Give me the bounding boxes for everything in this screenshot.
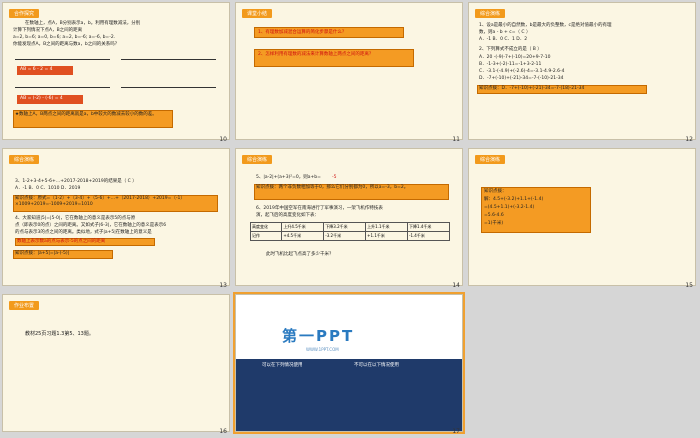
slide-tag: 作业布置 bbox=[9, 301, 40, 310]
slide-number: 15 bbox=[685, 282, 693, 289]
table-cell: 高度变化 bbox=[249, 222, 283, 232]
text-line: A．20 -(-9)-7+(-10)=20+9-7-10 bbox=[479, 55, 551, 60]
text-line: 4、大家知道|5|=|5-0|，它在数轴上的意义是表示5的点与原 bbox=[15, 216, 136, 221]
slide-thumb-15[interactable]: 综合演练 知识点拨： 解：4.5+(-3.2)+1.1+(-1.4) =(4.5… bbox=[466, 146, 699, 292]
summary-item: 1、有理数加减混合运算的简化步骤是什么？ bbox=[258, 30, 347, 35]
slide-thumb-11[interactable]: 课堂小结 1、有理数加减混合运算的简化步骤是什么？ 2、怎样利用有理数的减法来计… bbox=[233, 0, 466, 146]
slide-tag: 综合演练 bbox=[9, 155, 40, 164]
slide-16: 作业布置 教材25页习题1.3第5、13题。 bbox=[2, 294, 230, 432]
number-line bbox=[121, 87, 216, 88]
table-cell: 上升4.5千米 bbox=[281, 222, 325, 232]
usage-heading: 可以在下列情况使用 bbox=[262, 363, 303, 368]
info-area bbox=[236, 359, 462, 431]
table-cell: 下降3.2千米 bbox=[323, 222, 367, 232]
table-cell: -1.4千米 bbox=[407, 231, 450, 241]
slide-tag: 合作探究 bbox=[9, 9, 40, 18]
text-line: 2、下列算式不成立的是（ B ） bbox=[479, 47, 542, 52]
text-line: B．-1-3+(-2)-11=-1+3-2-11 bbox=[479, 62, 542, 67]
table-cell: 记作 bbox=[249, 231, 283, 241]
summary-item: 2、怎样利用有理数的减法来计算数轴上两点之间的距离？ bbox=[258, 52, 374, 57]
table-header-row: 高度变化 上升4.5千米 下降3.2千米 上升1.1千米 下降1.4千米 bbox=[249, 222, 450, 232]
table-cell: +4.5千米 bbox=[281, 231, 325, 241]
table-row: 记作 +4.5千米 -3.2千米 +1.1千米 -1.4千米 bbox=[249, 231, 450, 241]
tip-text: 知识点拨：|a+5|=|a-(-5)| bbox=[15, 251, 70, 256]
number-line bbox=[121, 59, 216, 60]
answer-text: -5 bbox=[332, 175, 337, 180]
text-line: C．-3.1-(-4.9)+(-2.6)-4=-3.1-4.9-2.6-4 bbox=[479, 69, 565, 74]
equation: AB = (-2) - (-6) = 4 bbox=[20, 96, 63, 101]
tip-text: 知识点拨：原式=（1-2）+（3-4）+（5-6）+…+（2017-2018）+… bbox=[15, 196, 185, 208]
table-cell: +1.1千米 bbox=[365, 231, 409, 241]
text-line: 数，则a - b + c=（ C ） bbox=[479, 30, 531, 35]
tip-text: =1(千米) bbox=[484, 221, 504, 226]
tip-text: 知识点拨：D．-7+(-10)+(-21)-34=-7-(18)-21-34 bbox=[479, 86, 585, 91]
slide-thumb-16[interactable]: 作业布置 教材25页习题1.3第5、13题。 16 bbox=[0, 292, 233, 438]
slide-13: 综合演练 3、1-2+3-4+5-6+…+2017-2018+2019的结果是（… bbox=[2, 148, 230, 286]
text-line: 演，起飞后的高度变化如下表： bbox=[256, 213, 319, 218]
slide-number: 16 bbox=[219, 428, 227, 435]
text-line: 的点与表示3的点之间的距离。类似地，式子|a+5|在数轴上的意义是 bbox=[15, 230, 152, 235]
slide-thumb-12[interactable]: 综合演练 1、设a是最小的自然数，b是最大的负整数，c是绝对值最小的有理 数，则… bbox=[466, 0, 699, 146]
slide-number: 11 bbox=[452, 136, 460, 143]
text-line: 5、|a-2|+(a+3)²=0，则a+b= bbox=[256, 175, 321, 180]
tip-text: =5.6-4.6 bbox=[484, 213, 504, 218]
slide-thumb-17[interactable]: 第一PPT WWW.1PPT.COM 可以在下列情况使用 不可以在以下情况使用 … bbox=[233, 292, 466, 438]
slide-12: 综合演练 1、设a是最小的自然数，b是最大的负整数，c是绝对值最小的有理 数，则… bbox=[468, 2, 696, 140]
slide-17: 第一PPT WWW.1PPT.COM 可以在下列情况使用 不可以在以下情况使用 bbox=[233, 292, 465, 434]
tip-text: 知识点拨：两个非负数相加等于0，那么它们分别都为0，所以a=-3，b=2。 bbox=[256, 185, 409, 190]
slide-number: 13 bbox=[219, 282, 227, 289]
text-line: 你能发现点A，B之间的距离与数a，b之间的关系吗？ bbox=[13, 42, 120, 47]
text-line: 1、设a是最小的自然数，b是最大的负整数，c是绝对值最小的有理 bbox=[479, 23, 612, 28]
table-cell: -3.2千米 bbox=[323, 231, 367, 241]
slide-tag: 综合演练 bbox=[475, 155, 506, 164]
equation: AB = 6 - 2 = 4 bbox=[20, 67, 53, 72]
answer-text: ★数轴上A，B两点之间的距离就是a，b中较大的数减去较小的数的差。 bbox=[15, 112, 157, 117]
number-line bbox=[15, 59, 110, 60]
slide-tag: 综合演练 bbox=[475, 9, 506, 18]
slide-thumb-13[interactable]: 综合演练 3、1-2+3-4+5-6+…+2017-2018+2019的结果是（… bbox=[0, 146, 233, 292]
logo: 第一PPT bbox=[282, 327, 355, 345]
text-line: 在数轴上，点A，B分别表示a，b。利用有理数减法，分别 bbox=[25, 21, 141, 26]
homework-text: 教材25页习题1.3第5、13题。 bbox=[25, 331, 94, 337]
slide-10: 合作探究 在数轴上，点A，B分别表示a，b。利用有理数减法，分别 计算下列情况下… bbox=[2, 2, 230, 140]
slide-tag: 综合演练 bbox=[242, 155, 273, 164]
altitude-table: 高度变化 上升4.5千米 下降3.2千米 上升1.1千米 下降1.4千米 记作 … bbox=[249, 222, 450, 241]
text-line: 6、2019年中国空军在南海进行了军事演习，一架飞机作特技表 bbox=[256, 206, 383, 211]
slide-number: 10 bbox=[219, 136, 227, 143]
answer-text: 数轴上表示数a的点与表示-5的点之间的距离 bbox=[17, 239, 106, 244]
tip-text: 知识点拨： bbox=[484, 189, 507, 194]
text-line: 点（即表示0的点）之间的距离。又如式子|6-3|，它在数轴上的意义是表示6 bbox=[15, 223, 167, 228]
number-line bbox=[15, 87, 110, 88]
slide-15: 综合演练 知识点拨： 解：4.5+(-3.2)+1.1+(-1.4) =(4.5… bbox=[468, 148, 696, 286]
text-line: A．-1 B．0 C．1 D．2 bbox=[479, 37, 528, 42]
slide-number: 17 bbox=[452, 428, 460, 435]
usage-heading: 不可以在以下情况使用 bbox=[354, 363, 399, 368]
slide-14: 综合演练 5、|a-2|+(a+3)²=0，则a+b= -5 知识点拨：两个非负… bbox=[235, 148, 463, 286]
question-text: 此时飞机比起飞点高了多少千米？ bbox=[266, 252, 334, 257]
tip-text: =(4.5+1.1)+(-3.2-1.4) bbox=[484, 205, 535, 210]
table-cell: 下降1.4千米 bbox=[407, 222, 450, 232]
tip-text: 解：4.5+(-3.2)+1.1+(-1.4) bbox=[484, 197, 544, 202]
text-line: D．-7+(-10)+(-21)-34=-7-(-10)-21-34 bbox=[479, 76, 564, 81]
slide-sorter: 合作探究 在数轴上，点A，B分别表示a，b。利用有理数减法，分别 计算下列情况下… bbox=[0, 0, 700, 438]
slide-tag: 课堂小结 bbox=[242, 9, 273, 18]
logo-url: WWW.1PPT.COM bbox=[306, 347, 339, 352]
text-line: A．-1 B．0 C．1010 D．2019 bbox=[15, 186, 81, 191]
text-line: 3、1-2+3-4+5-6+…+2017-2018+2019的结果是（ C ） bbox=[15, 179, 137, 184]
text-line: a=2, b=6; a=0, b=6; a=2, b=-6; a=-6, b=-… bbox=[13, 35, 116, 40]
slide-number: 12 bbox=[685, 136, 693, 143]
text-line: 计算下列情况下点A，B之间的距离 bbox=[13, 28, 83, 33]
slide-11: 课堂小结 1、有理数加减混合运算的简化步骤是什么？ 2、怎样利用有理数的减法来计… bbox=[235, 2, 463, 140]
slide-thumb-10[interactable]: 合作探究 在数轴上，点A，B分别表示a，b。利用有理数减法，分别 计算下列情况下… bbox=[0, 0, 233, 146]
table-cell: 上升1.1千米 bbox=[365, 222, 409, 232]
slide-number: 14 bbox=[452, 282, 460, 289]
slide-thumb-14[interactable]: 综合演练 5、|a-2|+(a+3)²=0，则a+b= -5 知识点拨：两个非负… bbox=[233, 146, 466, 292]
